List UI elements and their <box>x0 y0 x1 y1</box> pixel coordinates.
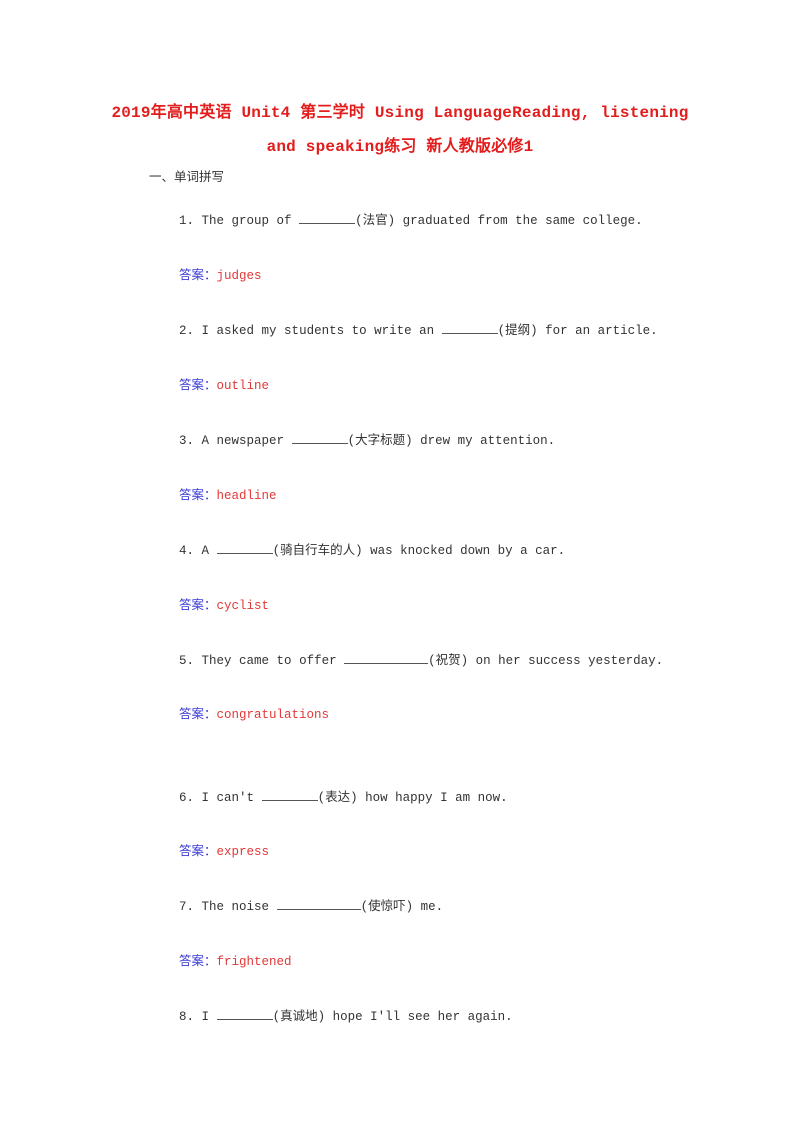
answer-blank <box>276 898 361 910</box>
question-hint: (祝贺) <box>428 654 469 668</box>
question-text-after: me. <box>413 900 444 914</box>
answer-label: 答案： <box>179 487 217 502</box>
question-number: 1. <box>179 214 195 228</box>
answer-blank <box>216 542 273 554</box>
question-text-after: for an article. <box>537 324 658 338</box>
question-text-after: hope I'll see her again. <box>325 1010 513 1024</box>
question-text-before: They came to offer <box>201 654 345 668</box>
answer-label: 答案： <box>179 597 217 612</box>
answer-value: express <box>216 845 270 859</box>
answer-label: 答案： <box>179 953 217 968</box>
answer-6: 答案：express <box>149 826 269 873</box>
question-text-before: I asked my students to write an <box>201 324 442 338</box>
question-hint: (真诚地) <box>272 1010 326 1024</box>
question-text-before: A <box>201 544 217 558</box>
question-text-before: I <box>201 1010 217 1024</box>
answer-label: 答案： <box>179 706 217 721</box>
question-text-before: The group of <box>201 214 300 228</box>
question-number: 7. <box>179 900 195 914</box>
answer-7: 答案：frightened <box>149 936 292 983</box>
question-1: 1. The group of (法官) graduated from the … <box>149 195 643 242</box>
question-hint: (表达) <box>317 791 358 805</box>
document-page: 2019年高中英语 Unit4 第三学时 Using LanguageReadi… <box>0 0 800 1132</box>
question-8: 8. I (真诚地) hope I'll see her again. <box>149 991 513 1038</box>
question-text-after: how happy I am now. <box>357 791 508 805</box>
section-heading: 一、单词拼写 <box>149 171 225 185</box>
question-3: 3. A newspaper (大字标题) drew my attention. <box>149 415 555 462</box>
question-hint: (提纲) <box>497 324 538 338</box>
question-hint: (大字标题) <box>347 434 413 448</box>
question-number: 3. <box>179 434 195 448</box>
question-number: 5. <box>179 654 195 668</box>
question-text-after: on her success yesterday. <box>468 654 664 668</box>
answer-4: 答案：cyclist <box>149 580 269 627</box>
answer-blank <box>291 432 348 444</box>
question-7: 7. The noise (使惊吓) me. <box>149 881 443 928</box>
question-6: 6. I can't (表达) how happy I am now. <box>149 772 508 819</box>
answer-blank <box>441 322 498 334</box>
answer-value: judges <box>216 269 262 283</box>
question-text-before: The noise <box>201 900 277 914</box>
question-number: 2. <box>179 324 195 338</box>
question-text-before: A newspaper <box>201 434 292 448</box>
question-2: 2. I asked my students to write an (提纲) … <box>149 305 658 352</box>
question-number: 8. <box>179 1010 195 1024</box>
answer-label: 答案： <box>179 377 217 392</box>
answer-label: 答案： <box>179 843 217 858</box>
answer-label: 答案： <box>179 267 217 282</box>
answer-blank <box>344 652 429 664</box>
answer-1: 答案：judges <box>149 250 262 297</box>
answer-blank <box>261 789 318 801</box>
answer-value: outline <box>216 379 270 393</box>
question-4: 4. A (骑自行车的人) was knocked down by a car. <box>149 525 565 572</box>
document-title-line-1: 2019年高中英语 Unit4 第三学时 Using LanguageReadi… <box>111 104 689 122</box>
question-number: 6. <box>179 791 195 805</box>
answer-blank <box>216 1008 273 1020</box>
question-number: 4. <box>179 544 195 558</box>
question-hint: (使惊吓) <box>360 900 414 914</box>
answer-5: 答案：congratulations <box>149 689 329 736</box>
question-hint: (法官) <box>355 214 396 228</box>
answer-value: frightened <box>216 955 292 969</box>
answer-blank <box>299 212 356 224</box>
answer-2: 答案：outline <box>149 360 269 407</box>
question-text-after: graduated from the same college. <box>395 214 643 228</box>
question-text-after: drew my attention. <box>412 434 556 448</box>
document-title-line-2: and speaking练习 新人教版必修1 <box>266 138 534 156</box>
question-hint: (骑自行车的人) <box>272 544 363 558</box>
question-text-before: I can't <box>201 791 262 805</box>
answer-value: headline <box>216 489 277 503</box>
answer-value: congratulations <box>216 708 330 722</box>
answer-3: 答案：headline <box>149 470 277 517</box>
question-text-after: was knocked down by a car. <box>362 544 566 558</box>
answer-value: cyclist <box>216 599 270 613</box>
question-5: 5. They came to offer (祝贺) on her succes… <box>149 635 663 682</box>
